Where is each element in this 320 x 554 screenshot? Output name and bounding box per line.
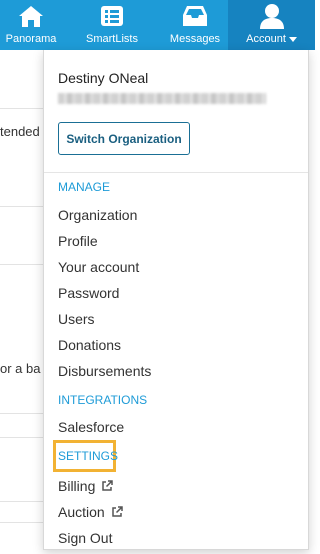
switch-organization-button[interactable]: Switch Organization <box>58 122 190 155</box>
nav-smartlists-label: SmartLists <box>86 33 138 45</box>
menu-item-password[interactable]: Password <box>58 285 119 301</box>
nav-smartlists[interactable]: SmartLists <box>62 0 162 50</box>
nav-account[interactable]: Account <box>228 0 315 50</box>
nav-messages-label: Messages <box>169 33 221 45</box>
menu-item-users[interactable]: Users <box>58 311 95 327</box>
menu-item-sign-out[interactable]: Sign Out <box>58 530 112 546</box>
inbox-icon <box>182 3 208 29</box>
nav-messages[interactable]: Messages <box>162 0 228 50</box>
home-icon <box>18 3 44 29</box>
external-link-icon <box>111 506 123 518</box>
menu-item-donations[interactable]: Donations <box>58 337 121 353</box>
menu-item-billing-label: Billing <box>58 478 96 494</box>
top-navigation-bar: Panorama SmartLists Messages Account <box>0 0 315 50</box>
section-integrations: INTEGRATIONS <box>58 393 148 407</box>
menu-divider <box>44 172 308 173</box>
user-name: Destiny ONeal <box>58 70 149 86</box>
nav-account-label: Account <box>246 33 297 46</box>
menu-item-disbursements[interactable]: Disbursements <box>58 363 151 379</box>
background-text-fragment: tended <box>0 124 40 139</box>
menu-item-profile[interactable]: Profile <box>58 233 98 249</box>
menu-item-auction-label: Auction <box>58 504 105 520</box>
menu-item-auction[interactable]: Auction <box>58 504 123 520</box>
user-email-redacted <box>58 93 266 104</box>
list-icon <box>100 3 124 29</box>
menu-item-salesforce[interactable]: Salesforce <box>58 419 124 435</box>
caret-down-icon <box>288 36 297 42</box>
external-link-icon <box>101 480 114 492</box>
section-settings: SETTINGS <box>58 449 119 463</box>
menu-item-your-account[interactable]: Your account <box>58 259 139 275</box>
menu-item-organization[interactable]: Organization <box>58 207 137 223</box>
user-icon <box>259 3 285 29</box>
nav-panorama[interactable]: Panorama <box>0 0 62 50</box>
menu-item-billing[interactable]: Billing <box>58 478 114 494</box>
background-text-fragment: or a ba <box>0 361 41 376</box>
section-manage: MANAGE <box>58 180 111 194</box>
account-dropdown-menu: Destiny ONeal Switch Organization MANAGE… <box>43 50 309 550</box>
nav-panorama-label: Panorama <box>5 33 57 45</box>
